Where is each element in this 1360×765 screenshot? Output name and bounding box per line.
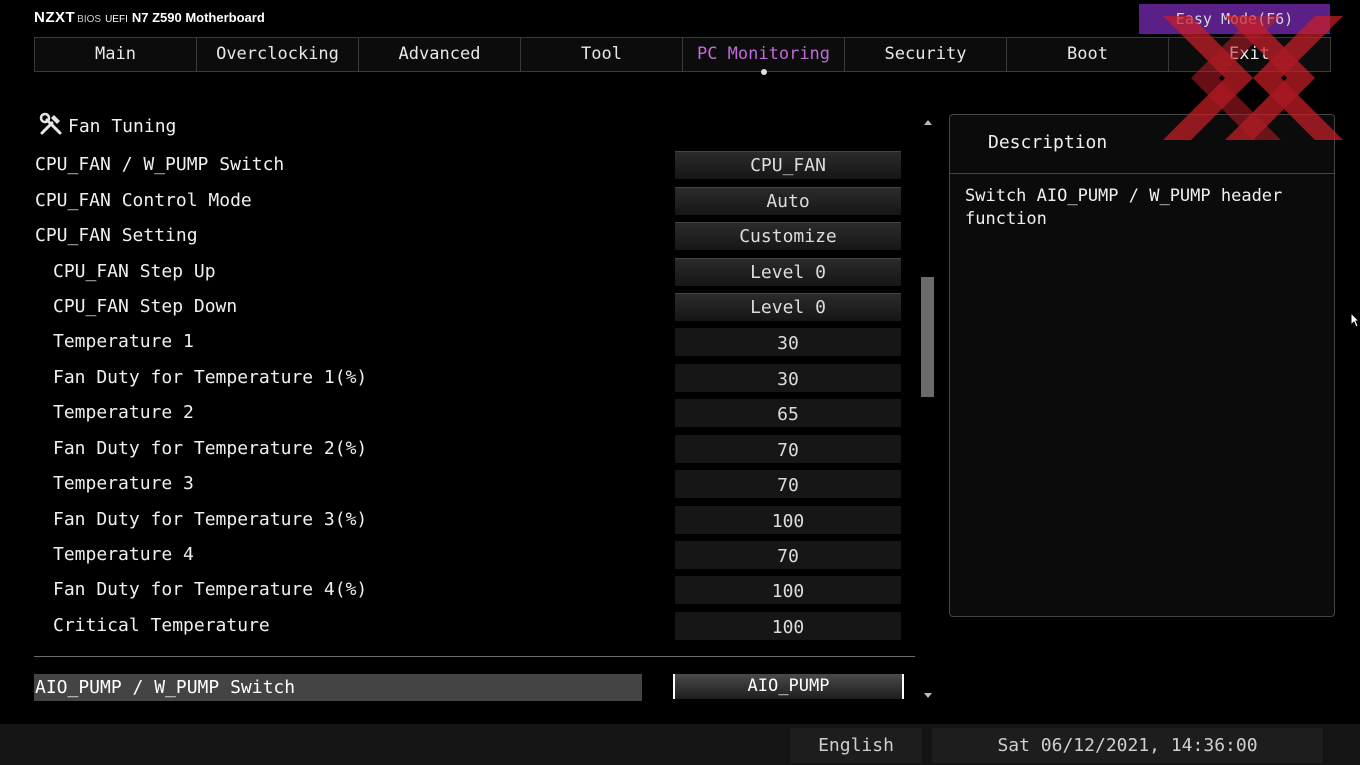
- setting-value[interactable]: Level 0: [675, 258, 901, 286]
- brand: NZXT BIOS UEFI N7 Z590 Motherboard: [34, 9, 265, 27]
- setting-label: CPU_FAN Step Down: [53, 296, 238, 317]
- tab-exit[interactable]: Exit: [1169, 38, 1330, 71]
- setting-label: Temperature 2: [53, 402, 194, 423]
- setting-value[interactable]: Auto: [675, 187, 901, 215]
- tab-advanced[interactable]: Advanced: [359, 38, 521, 71]
- setting-label: CPU_FAN / W_PUMP Switch: [35, 154, 285, 175]
- setting-label: Fan Duty for Temperature 4(%): [53, 579, 368, 600]
- setting-label: Temperature 3: [53, 473, 194, 494]
- setting-label: Fan Duty for Temperature 1(%): [53, 367, 368, 388]
- tab-label: Boot: [1067, 44, 1108, 64]
- setting-row[interactable]: CPU_FAN Step Down Level 0: [0, 292, 910, 322]
- top-bar: NZXT BIOS UEFI N7 Z590 Motherboard Easy Mod…: [0, 0, 1360, 36]
- setting-row[interactable]: Temperature 2 65: [0, 398, 910, 428]
- tab-overclocking[interactable]: Overclocking: [197, 38, 359, 71]
- setting-row[interactable]: CPU_FAN / W_PUMP Switch CPU_FAN: [0, 150, 910, 180]
- setting-value[interactable]: CPU_FAN: [675, 151, 901, 179]
- tab-boot[interactable]: Boot: [1007, 38, 1169, 71]
- description-title: Description: [988, 132, 1108, 153]
- tab-label: PC Monitoring: [696, 44, 831, 64]
- setting-value[interactable]: 70: [675, 541, 901, 569]
- tab-label: Exit: [1229, 44, 1270, 64]
- setting-row[interactable]: Temperature 3 70: [0, 469, 910, 499]
- setting-value[interactable]: Level 0: [675, 293, 901, 321]
- setting-value[interactable]: 100: [675, 576, 901, 604]
- tab-security[interactable]: Security: [845, 38, 1007, 71]
- mouse-cursor-icon: [1350, 312, 1360, 328]
- status-bar: English Sat 06/12/2021, 14:36:00: [0, 724, 1360, 765]
- setting-label: Temperature 1: [53, 331, 194, 352]
- tab-pc-monitoring[interactable]: PC Monitoring: [683, 38, 845, 75]
- uefi-label: UEFI: [105, 14, 128, 25]
- tab-label: Main: [95, 44, 136, 64]
- date-time-display: Sat 06/12/2021, 14:36:00: [932, 728, 1323, 763]
- setting-row[interactable]: Temperature 1 30: [0, 327, 910, 357]
- tab-label: Advanced: [398, 44, 481, 64]
- setting-value[interactable]: 30: [675, 328, 901, 356]
- divider: [34, 656, 915, 657]
- setting-label: Temperature 4: [53, 544, 194, 565]
- setting-label: Critical Temperature: [53, 615, 270, 636]
- setting-row[interactable]: Fan Duty for Temperature 1(%) 30: [0, 363, 910, 393]
- selected-setting-value[interactable]: AIO_PUMP: [673, 674, 904, 699]
- setting-value[interactable]: Customize: [675, 222, 901, 250]
- setting-label: CPU_FAN Control Mode: [35, 190, 252, 211]
- scroll-down-arrow-icon[interactable]: [924, 693, 932, 698]
- setting-row[interactable]: Temperature 4 70: [0, 540, 910, 570]
- setting-label: CPU_FAN Setting: [35, 225, 198, 246]
- tab-tool[interactable]: Tool: [521, 38, 683, 71]
- setting-row[interactable]: Fan Duty for Temperature 4(%) 100: [0, 575, 910, 605]
- fan-tuning-header: Fan Tuning: [38, 112, 176, 140]
- setting-label: CPU_FAN Step Up: [53, 261, 216, 282]
- tab-main[interactable]: Main: [35, 38, 197, 71]
- setting-value[interactable]: 30: [675, 364, 901, 392]
- bios-label: BIOS: [77, 14, 102, 25]
- setting-row[interactable]: CPU_FAN Setting Customize: [0, 221, 910, 251]
- nzxt-logo: NZXT: [34, 9, 76, 26]
- tab-label: Overclocking: [216, 44, 339, 64]
- scroll-up-arrow-icon[interactable]: [924, 120, 932, 125]
- scrollbar-thumb[interactable]: [921, 277, 934, 397]
- setting-label: Fan Duty for Temperature 3(%): [53, 509, 368, 530]
- setting-row[interactable]: CPU_FAN Step Up Level 0: [0, 257, 910, 287]
- description-header: Description: [950, 115, 1334, 174]
- active-tab-indicator: [760, 69, 767, 75]
- setting-value[interactable]: 70: [675, 470, 901, 498]
- main-nav: Main Overclocking Advanced Tool PC Monit…: [34, 37, 1331, 75]
- language-selector[interactable]: English: [790, 728, 922, 763]
- tools-icon: [38, 111, 68, 142]
- setting-row[interactable]: Critical Temperature 100: [0, 611, 910, 641]
- setting-row[interactable]: Fan Duty for Temperature 3(%) 100: [0, 505, 910, 535]
- scrollbar[interactable]: [921, 120, 934, 698]
- setting-value[interactable]: 70: [675, 435, 901, 463]
- tab-label: Security: [884, 44, 967, 64]
- tab-label: Tool: [581, 44, 622, 64]
- section-title: Fan Tuning: [68, 115, 177, 137]
- description-text: Switch AIO_PUMP / W_PUMP header function: [965, 186, 1283, 229]
- selected-setting-row[interactable]: AIO_PUMP / W_PUMP Switch: [34, 674, 642, 701]
- setting-value[interactable]: 65: [675, 399, 901, 427]
- setting-label: Fan Duty for Temperature 2(%): [53, 438, 368, 459]
- description-panel: Description Switch AIO_PUMP / W_PUMP hea…: [949, 114, 1335, 617]
- setting-row[interactable]: Fan Duty for Temperature 2(%) 70: [0, 434, 910, 464]
- easy-mode-button[interactable]: Easy Mode(F6): [1139, 4, 1330, 34]
- setting-value[interactable]: 100: [675, 506, 901, 534]
- motherboard-model: N7 Z590 Motherboard: [131, 10, 265, 25]
- setting-row[interactable]: CPU_FAN Control Mode Auto: [0, 186, 910, 216]
- setting-value[interactable]: 100: [675, 612, 901, 640]
